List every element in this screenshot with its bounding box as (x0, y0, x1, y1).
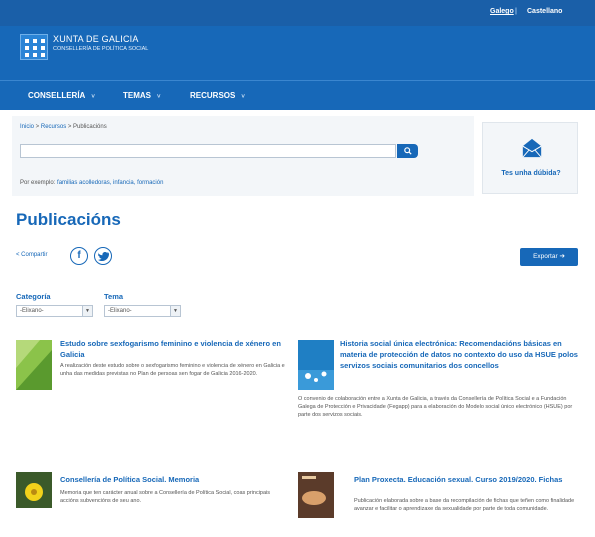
breadcrumb: Inicio > Recursos > Publicacións (20, 124, 107, 130)
search-icon (403, 147, 412, 155)
nav-item-label: TEMAS (123, 91, 151, 100)
theme-select[interactable]: -Elixano- ▼ (104, 305, 181, 317)
breadcrumb-current: Publicacións (73, 124, 107, 130)
nav-item-label: RECURSOS (190, 91, 236, 100)
publication-description: A realización deste estudo sobre o sexfo… (60, 363, 285, 377)
facebook-icon[interactable]: f (70, 247, 88, 265)
site-header: XUNTA DE GALICIA CONSELLERÍA DE POLÍTICA… (0, 26, 595, 80)
publication-title[interactable]: Historia social única electrónica: Recom… (340, 338, 578, 371)
share-label[interactable]: < Compartir (16, 252, 48, 258)
search-input[interactable] (20, 144, 396, 158)
envelope-icon (522, 138, 542, 158)
examples-prefix: Por exemplo: (20, 180, 58, 186)
publication-cover[interactable] (16, 340, 52, 390)
language-separator: | (515, 8, 517, 15)
publication-title[interactable]: Estudo sobre sexfogarismo feminino e vio… (60, 338, 288, 360)
language-galego-link[interactable]: Galego (490, 8, 514, 15)
search-panel: Inicio > Recursos > Publicacións Por exe… (12, 116, 474, 196)
top-bar: Galego | Castellano (0, 0, 595, 26)
publication-description: Publicación elaborada sobre a base da re… (354, 498, 575, 512)
logo-title[interactable]: XUNTA DE GALICIA (53, 34, 139, 44)
help-label: Tes unha dúbida? (501, 170, 561, 177)
chevron-down-icon: ˅ (157, 94, 161, 100)
nav-item-label: CONSELLERÍA (28, 91, 86, 100)
help-box[interactable]: Tes unha dúbida? (482, 122, 578, 194)
breadcrumb-recursos[interactable]: Recursos (41, 124, 66, 130)
publication-description: Memoria que ten carácter anual sobre a C… (60, 490, 271, 504)
nav-item-conselleria[interactable]: CONSELLERÍA ˅ (28, 91, 95, 100)
chevron-down-icon: ˅ (91, 94, 95, 100)
category-label: Categoría (16, 292, 51, 301)
breadcrumb-separator: > (34, 124, 41, 130)
logo-subtitle: CONSELLERÍA DE POLÍTICA SOCIAL (53, 46, 149, 52)
category-select[interactable]: -Elixano- ▼ (16, 305, 93, 317)
examples-keywords[interactable]: familias acolledoras, infancia, formació… (57, 180, 163, 186)
publication-description: O convenio de colaboración entre a Xunta… (298, 396, 573, 418)
breadcrumb-home[interactable]: Inicio (20, 124, 34, 130)
chevron-down-icon: ▼ (170, 306, 180, 316)
chevron-down-icon: ˅ (241, 94, 245, 100)
theme-select-value: -Elixano- (108, 308, 132, 314)
twitter-icon[interactable] (94, 247, 112, 265)
export-button[interactable]: Exportar ➔ (520, 248, 578, 266)
nav-item-temas[interactable]: TEMAS ˅ (123, 91, 161, 100)
theme-label: Tema (104, 292, 124, 301)
publication-title[interactable]: Consellería de Política Social. Memoria (60, 474, 288, 485)
publication-title[interactable]: Plan Proxecta. Educación sexual. Curso 2… (354, 474, 578, 485)
search-examples: Por exemplo: familias acolledoras, infan… (20, 180, 163, 186)
xunta-logo-icon[interactable] (20, 34, 48, 60)
page-title: Publicacións (16, 210, 121, 229)
publication-cover[interactable] (298, 340, 334, 390)
search-button[interactable] (397, 144, 418, 158)
publication-cover[interactable] (16, 472, 52, 518)
publication-cover[interactable] (298, 472, 334, 518)
main-nav: CONSELLERÍA ˅ TEMAS ˅ RECURSOS ˅ (0, 80, 595, 110)
language-castellano-link[interactable]: Castellano (527, 8, 562, 15)
category-select-value: -Elixano- (20, 308, 44, 314)
nav-item-recursos[interactable]: RECURSOS ˅ (190, 91, 245, 100)
chevron-down-icon: ▼ (82, 306, 92, 316)
